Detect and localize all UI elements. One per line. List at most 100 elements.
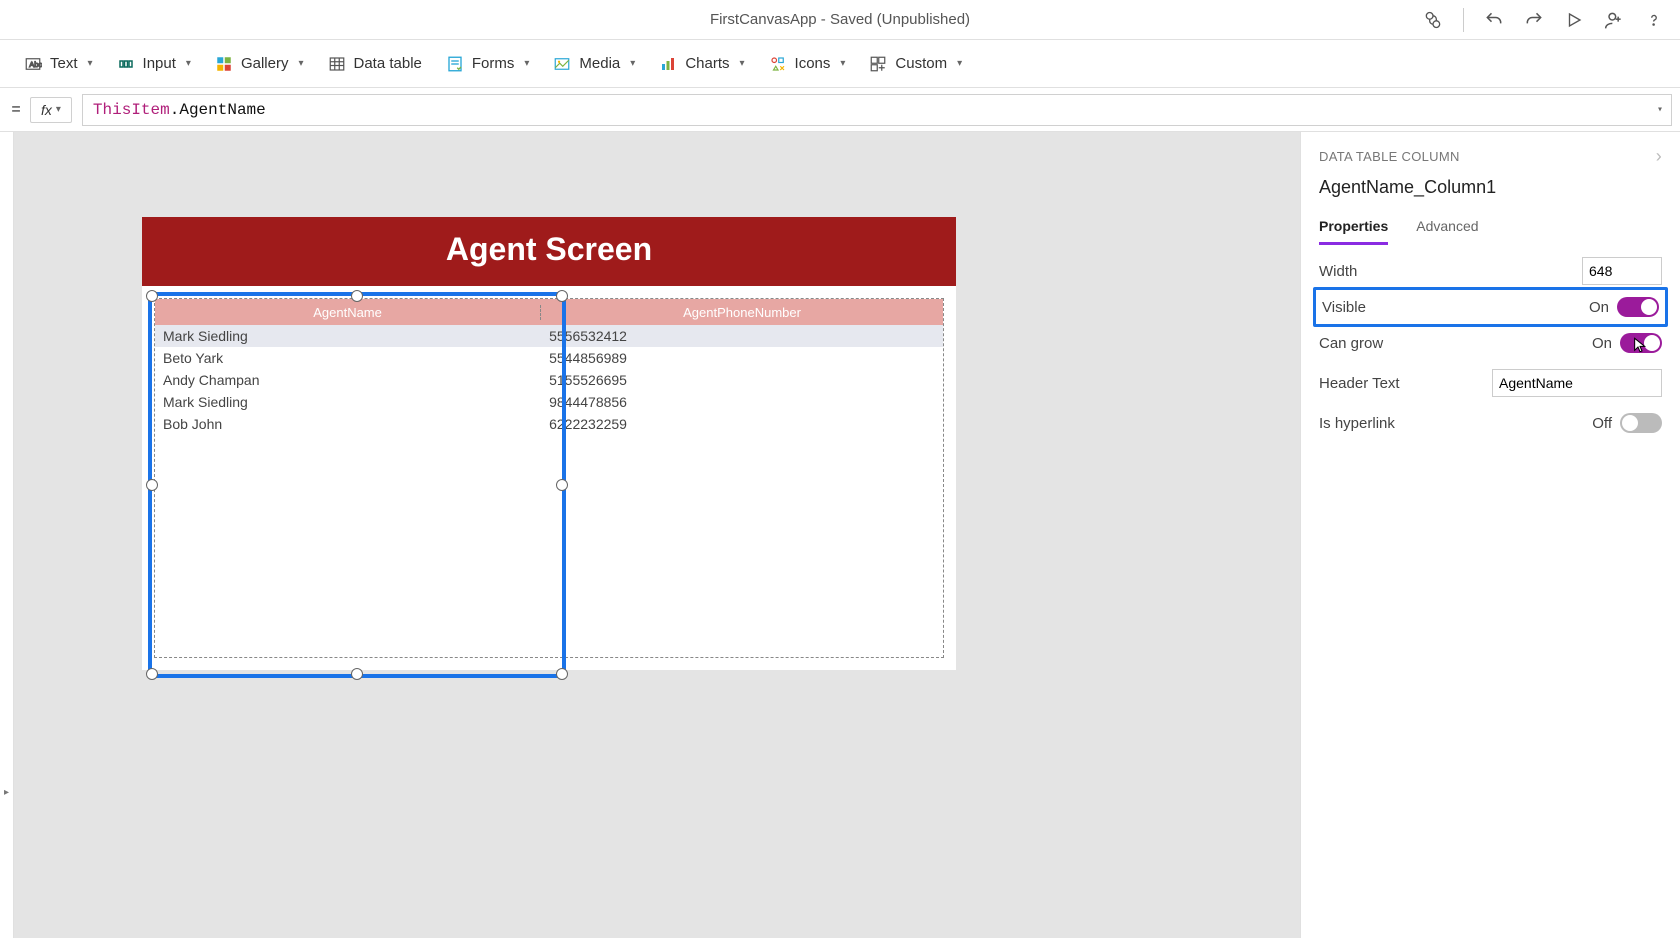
formula-input[interactable]: ThisItem.AgentName ▾ [82,94,1672,126]
tab-advanced[interactable]: Advanced [1416,218,1478,245]
forms-icon [446,55,464,73]
table-row[interactable]: Andy Champan 5155526695 [155,369,943,391]
cell-name: Bob John [155,416,541,432]
chevron-down-icon: ▾ [630,58,635,69]
cell-phone: 5544856989 [541,350,943,366]
tab-properties[interactable]: Properties [1319,218,1388,245]
cell-phone: 9844478856 [541,394,943,410]
visible-toggle[interactable] [1617,297,1659,317]
chevron-down-icon: ▾ [524,58,529,69]
screen-header: Agent Screen [142,217,956,286]
custom-icon [869,55,887,73]
ribbon-gallery[interactable]: Gallery ▾ [215,55,304,73]
prop-label-hyperlink: Is hyperlink [1319,415,1395,432]
app-checker-icon[interactable] [1423,10,1443,30]
prop-row-width: Width [1319,251,1662,291]
table-row[interactable]: Mark Siedling 5556532412 [155,325,943,347]
app-screen: Agent Screen AgentName AgentPhoneNumber … [142,217,956,670]
prop-row-headertext: Header Text [1319,363,1662,403]
header-text-input[interactable] [1492,369,1662,397]
cangrow-toggle[interactable] [1620,333,1662,353]
ribbon-custom[interactable]: Custom ▾ [869,55,962,73]
ribbon-icons-label: Icons [795,55,831,72]
svg-text:Abc: Abc [29,60,42,69]
charts-icon [659,55,677,73]
media-icon [553,55,571,73]
insert-ribbon: Abc Text ▾ Input ▾ Gallery ▾ Data table … [0,40,1680,88]
cell-phone: 5155526695 [541,372,943,388]
cell-phone: 5556532412 [541,328,943,344]
width-input[interactable] [1582,257,1662,285]
ribbon-text-label: Text [50,55,78,72]
canvas[interactable]: Agent Screen AgentName AgentPhoneNumber … [14,132,1300,938]
titlebar-divider [1463,8,1464,32]
text-icon: Abc [24,55,42,73]
ribbon-text[interactable]: Abc Text ▾ [24,55,93,73]
prop-label-width: Width [1319,263,1357,280]
chevron-down-icon: ▾ [186,58,191,69]
prop-row-cangrow: Can grow On [1319,323,1662,363]
cell-phone: 6222232259 [541,416,943,432]
ribbon-forms[interactable]: Forms ▾ [446,55,530,73]
prop-row-hyperlink: Is hyperlink Off [1319,403,1662,443]
ribbon-gallery-label: Gallery [241,55,289,72]
chevron-down-icon: ▾ [56,104,61,115]
app-title: FirstCanvasApp - Saved (Unpublished) [710,11,970,28]
expand-tree-icon[interactable]: ▸ [4,787,9,798]
preview-play-icon[interactable] [1564,10,1584,30]
panel-chevron-right-icon[interactable]: › [1656,146,1662,167]
selection-handle[interactable] [351,668,363,680]
cell-name: Andy Champan [155,372,541,388]
ribbon-media-label: Media [579,55,620,72]
ribbon-media[interactable]: Media ▾ [553,55,635,73]
ribbon-icons[interactable]: Icons ▾ [769,55,846,73]
table-row[interactable]: Bob John 6222232259 [155,413,943,435]
fx-label: fx [41,102,52,118]
chevron-down-icon: ▾ [957,58,962,69]
prop-value-visible: On [1589,299,1609,316]
datatable-icon [328,55,346,73]
formula-bar: = fx ▾ ThisItem.AgentName ▾ [0,88,1680,132]
panel-control-name: AgentName_Column1 [1319,177,1662,198]
prop-label-headertext: Header Text [1319,375,1400,392]
cell-name: Mark Siedling [155,328,541,344]
undo-icon[interactable] [1484,10,1504,30]
help-icon[interactable] [1644,10,1664,30]
chevron-down-icon: ▾ [840,58,845,69]
ribbon-charts[interactable]: Charts ▾ [659,55,744,73]
redo-icon[interactable] [1524,10,1544,30]
selection-handle[interactable] [146,668,158,680]
formula-token-rest: .AgentName [170,101,266,119]
input-icon [117,55,135,73]
hyperlink-toggle[interactable] [1620,413,1662,433]
cell-name: Beto Yark [155,350,541,366]
ribbon-charts-label: Charts [685,55,729,72]
ribbon-input[interactable]: Input ▾ [117,55,191,73]
selection-handle[interactable] [556,668,568,680]
equals-label: = [8,101,24,119]
table-row[interactable]: Beto Yark 5544856989 [155,347,943,369]
ribbon-input-label: Input [143,55,176,72]
titlebar: FirstCanvasApp - Saved (Unpublished) [0,0,1680,40]
ribbon-datatable-label: Data table [354,55,422,72]
prop-value-cangrow: On [1592,335,1612,352]
data-table[interactable]: AgentName AgentPhoneNumber Mark Siedling… [154,298,944,658]
share-person-icon[interactable] [1604,10,1624,30]
prop-label-cangrow: Can grow [1319,335,1383,352]
fx-dropdown[interactable]: fx ▾ [30,97,72,123]
gallery-icon [215,55,233,73]
ribbon-datatable[interactable]: Data table [328,55,422,73]
table-header-row: AgentName AgentPhoneNumber [155,299,943,325]
ribbon-forms-label: Forms [472,55,515,72]
chevron-down-icon: ▾ [740,58,745,69]
properties-panel: DATA TABLE COLUMN › AgentName_Column1 Pr… [1300,132,1680,938]
column-header-agentphone[interactable]: AgentPhoneNumber [541,305,943,320]
column-header-agentname[interactable]: AgentName [155,305,541,320]
ribbon-custom-label: Custom [895,55,947,72]
formula-expand-icon[interactable]: ▾ [1657,104,1663,116]
table-row[interactable]: Mark Siedling 9844478856 [155,391,943,413]
prop-row-visible: Visible On [1313,287,1668,327]
prop-value-hyperlink: Off [1592,415,1612,432]
chevron-down-icon: ▾ [298,58,303,69]
panel-breadcrumb: DATA TABLE COLUMN [1319,149,1460,164]
